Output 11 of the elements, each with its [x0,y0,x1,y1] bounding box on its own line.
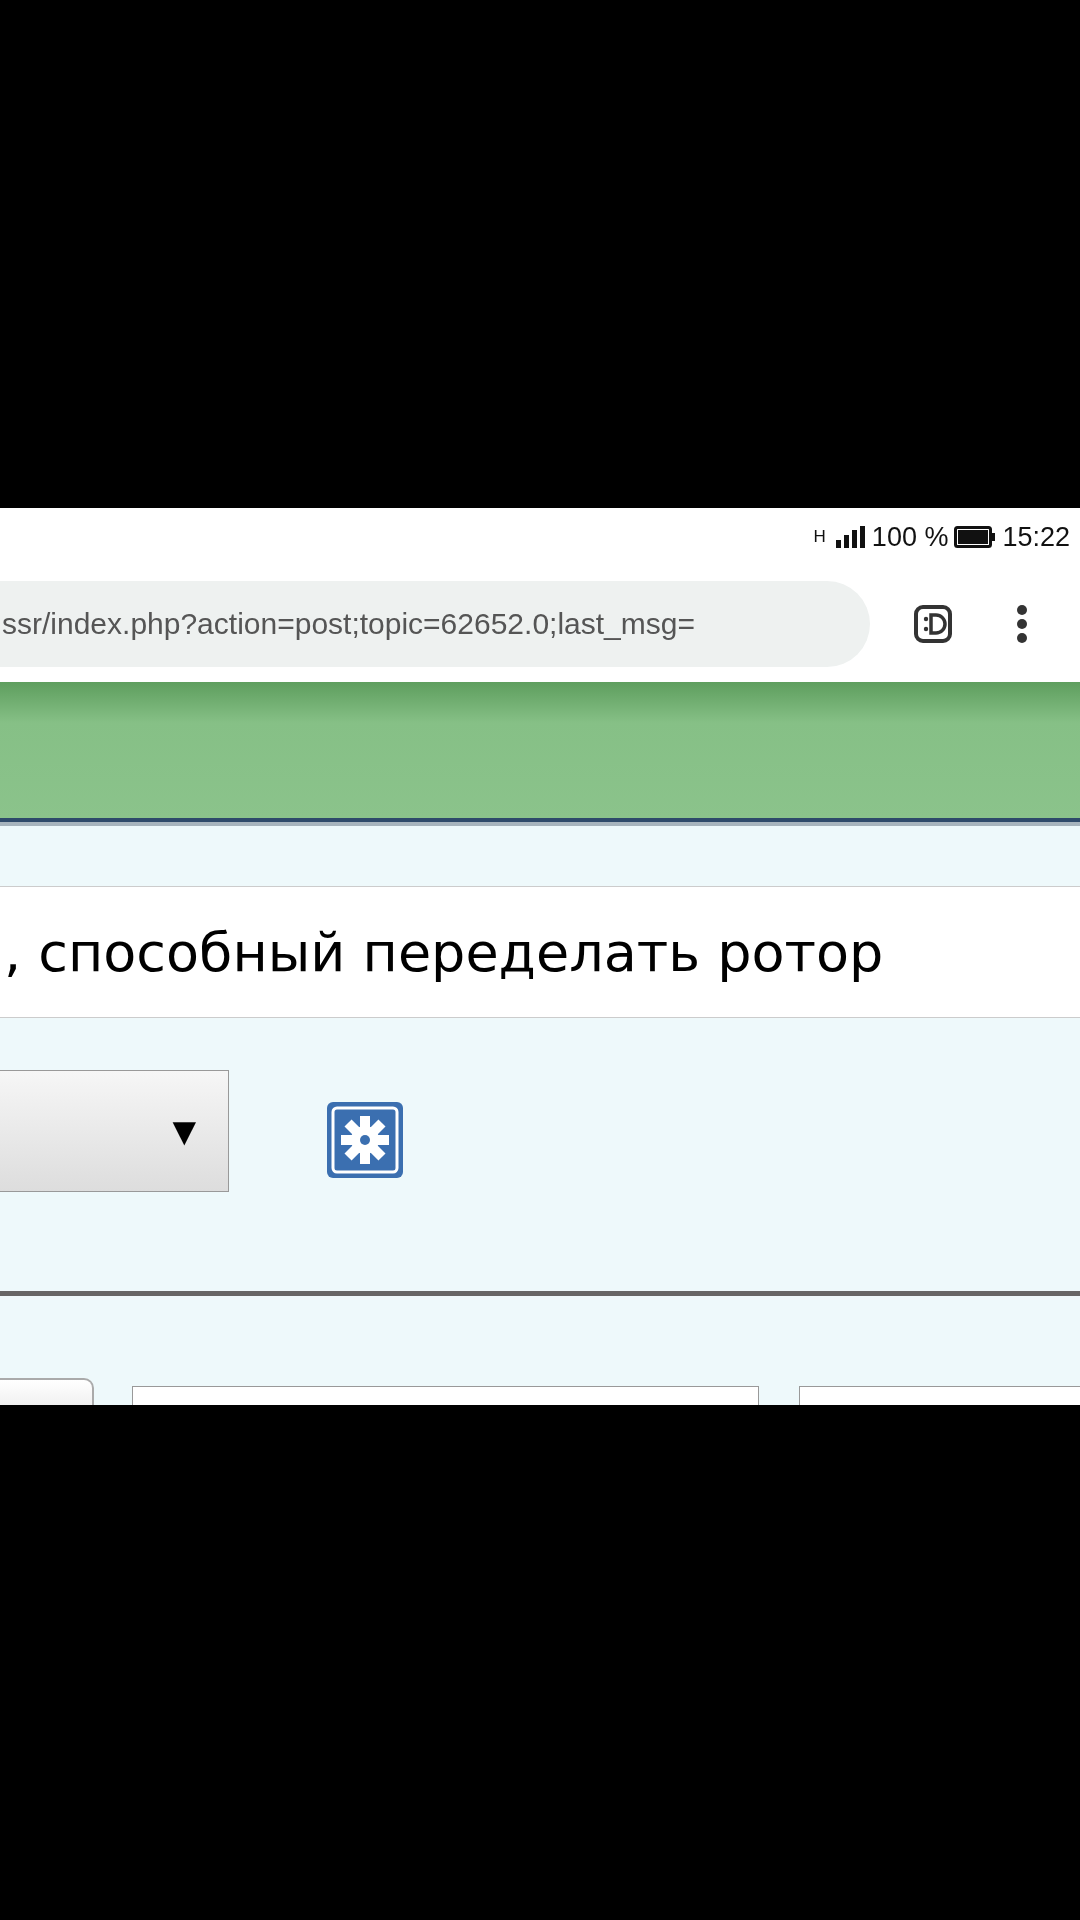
dropdown[interactable]: ▼ [0,1070,229,1192]
menu-icon[interactable] [1015,604,1029,644]
tab-switcher-icon[interactable] [913,604,953,644]
battery-icon [954,526,997,548]
subject-text: , способный переделать ротор [3,920,884,984]
address-bar[interactable]: ssr/index.php?action=post;topic=62652.0;last_msg= [0,581,870,667]
settings-icon[interactable] [325,1100,405,1180]
clock: 15:22 [1002,521,1070,553]
signal-icon [835,526,866,548]
battery-level: 100 % [871,521,949,553]
network-type: H [813,527,826,547]
